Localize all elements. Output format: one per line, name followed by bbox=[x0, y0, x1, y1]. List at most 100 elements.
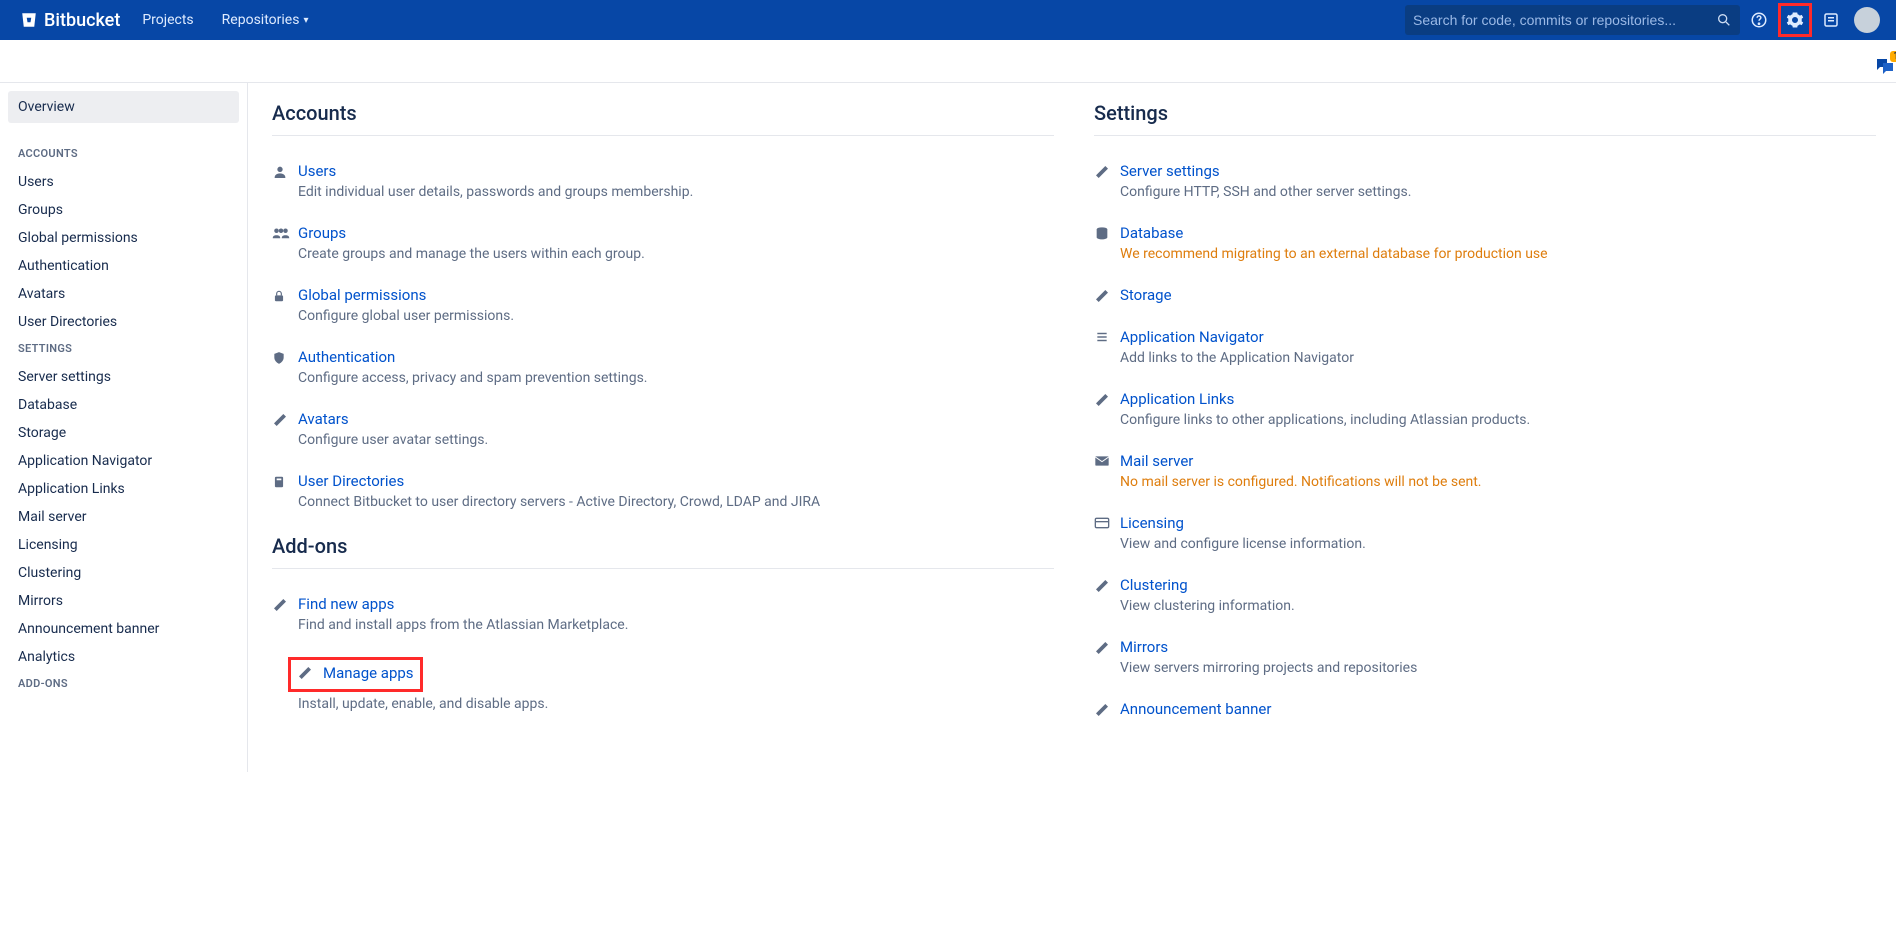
admin-item-desc: Configure HTTP, SSH and other server set… bbox=[1120, 184, 1876, 200]
sub-toolbar bbox=[0, 40, 1896, 83]
settings-gear-icon[interactable] bbox=[1778, 3, 1812, 37]
admin-item-body: GroupsCreate groups and manage the users… bbox=[298, 224, 1054, 262]
sidebar-item[interactable]: Mail server bbox=[8, 503, 239, 531]
admin-item: LicensingView and configure license info… bbox=[1094, 504, 1876, 566]
admin-item: Announcement banner bbox=[1094, 690, 1876, 732]
sidebar-item[interactable]: Authentication bbox=[8, 252, 239, 280]
tools-icon bbox=[1094, 162, 1120, 200]
section-heading-addons: Add-ons bbox=[272, 534, 1054, 569]
admin-item-link[interactable]: Application Navigator bbox=[1120, 328, 1264, 346]
sidebar-item[interactable]: Global permissions bbox=[8, 224, 239, 252]
admin-item-link[interactable]: User Directories bbox=[298, 472, 404, 490]
admin-item-link[interactable]: Announcement banner bbox=[1120, 700, 1271, 718]
search-icon[interactable] bbox=[1716, 12, 1732, 28]
admin-item-desc: View servers mirroring projects and repo… bbox=[1120, 660, 1876, 676]
admin-item-warning: No mail server is configured. Notificati… bbox=[1120, 474, 1876, 490]
shield-icon bbox=[272, 348, 298, 386]
sidebar-item[interactable]: Analytics bbox=[8, 643, 239, 671]
admin-item-link[interactable]: Mirrors bbox=[1120, 638, 1168, 656]
tools-icon bbox=[297, 665, 313, 681]
admin-item-desc: Add links to the Application Navigator bbox=[1120, 350, 1876, 366]
sidebar-item[interactable]: Mirrors bbox=[8, 587, 239, 615]
group-icon bbox=[272, 224, 298, 262]
nav-projects[interactable]: Projects bbox=[128, 12, 207, 28]
sidebar-item[interactable]: Avatars bbox=[8, 280, 239, 308]
user-avatar[interactable] bbox=[1850, 3, 1884, 37]
admin-item-link[interactable]: Authentication bbox=[298, 348, 395, 366]
admin-item-link[interactable]: Licensing bbox=[1120, 514, 1184, 532]
sidebar-item[interactable]: User Directories bbox=[8, 308, 239, 336]
book-icon bbox=[272, 472, 298, 510]
tools-icon bbox=[1094, 576, 1120, 614]
admin-item-desc: Configure user avatar settings. bbox=[298, 432, 1054, 448]
sidebar-item[interactable]: Groups bbox=[8, 196, 239, 224]
feedback-count: 1 bbox=[1890, 51, 1896, 62]
tools-icon bbox=[1094, 700, 1120, 718]
admin-item: GroupsCreate groups and manage the users… bbox=[272, 214, 1054, 276]
admin-item-link[interactable]: Global permissions bbox=[298, 286, 426, 304]
admin-item-body: Application Links Configure links to othe… bbox=[1120, 390, 1876, 428]
chevron-down-icon: ▾ bbox=[303, 15, 308, 26]
admin-item-link[interactable]: Find new apps bbox=[298, 595, 394, 613]
search-box[interactable] bbox=[1405, 5, 1740, 35]
admin-item-body: LicensingView and configure license info… bbox=[1120, 514, 1876, 552]
sidebar-item[interactable]: Application Links bbox=[8, 475, 239, 503]
main-layout: Overview ACCOUNTSUsersGroupsGlobal permi… bbox=[0, 83, 1896, 772]
admin-item-body: Announcement banner bbox=[1120, 700, 1876, 718]
admin-item-body: Mirrors View servers mirroring projects a… bbox=[1120, 638, 1876, 676]
avatar-icon bbox=[1854, 7, 1880, 33]
admin-item-link[interactable]: Groups bbox=[298, 224, 346, 242]
admin-item-desc: Configure access, privacy and spam preve… bbox=[298, 370, 1054, 386]
admin-item-desc: Configure links to other applications, i… bbox=[1120, 412, 1876, 428]
admin-item-body: Server settings Configure HTTP, SSH and o… bbox=[1120, 162, 1876, 200]
admin-item-desc: Configure global user permissions. bbox=[298, 308, 1054, 324]
admin-item-body: Authentication Configure access, privacy … bbox=[298, 348, 1054, 386]
admin-item-body: Manage appsInstall, update, enable, and … bbox=[298, 657, 1054, 712]
admin-item-link[interactable]: Mail server bbox=[1120, 452, 1193, 470]
menu-icon bbox=[1094, 328, 1120, 366]
sidebar-item[interactable]: Application Navigator bbox=[8, 447, 239, 475]
sidebar-item[interactable]: Users bbox=[8, 168, 239, 196]
highlight-box: Manage apps bbox=[288, 657, 423, 692]
nav-repositories[interactable]: Repositories ▾ bbox=[208, 12, 323, 28]
admin-item: Mirrors View servers mirroring projects a… bbox=[1094, 628, 1876, 690]
whatsnew-icon[interactable] bbox=[1814, 3, 1848, 37]
admin-item-link[interactable]: Server settings bbox=[1120, 162, 1220, 180]
admin-item-link[interactable]: Application Links bbox=[1120, 390, 1234, 408]
app-header: Bitbucket Projects Repositories ▾ bbox=[0, 0, 1896, 40]
sidebar-item[interactable]: Announcement banner bbox=[8, 615, 239, 643]
admin-item-desc: View clustering information. bbox=[1120, 598, 1876, 614]
admin-item-desc: Find and install apps from the Atlassian… bbox=[298, 617, 1054, 633]
section-heading-accounts: Accounts bbox=[272, 101, 1054, 136]
help-icon[interactable] bbox=[1742, 3, 1776, 37]
feedback-badge[interactable]: 1 bbox=[1872, 55, 1896, 79]
admin-item: Authentication Configure access, privacy … bbox=[272, 338, 1054, 400]
admin-item-desc: Connect Bitbucket to user directory serv… bbox=[298, 494, 1054, 510]
mail-icon bbox=[1094, 452, 1120, 490]
logo[interactable]: Bitbucket bbox=[12, 10, 128, 31]
db-icon bbox=[1094, 224, 1120, 262]
sidebar-overview[interactable]: Overview bbox=[8, 91, 239, 123]
sidebar-item[interactable]: Clustering bbox=[8, 559, 239, 587]
admin-item-link[interactable]: Database bbox=[1120, 224, 1183, 242]
search-input[interactable] bbox=[1413, 12, 1716, 28]
admin-item-body: Clustering View clustering information. bbox=[1120, 576, 1876, 614]
brand-name: Bitbucket bbox=[44, 10, 120, 31]
admin-item-body: Application Navigator Add links to the Ap… bbox=[1120, 328, 1876, 366]
admin-item: Avatars Configure user avatar settings. bbox=[272, 400, 1054, 462]
sidebar-item[interactable]: Licensing bbox=[8, 531, 239, 559]
admin-item-link[interactable]: Users bbox=[298, 162, 336, 180]
admin-item-link[interactable]: Manage apps bbox=[323, 664, 414, 682]
column-accounts: Accounts UsersEdit individual user detai… bbox=[272, 101, 1054, 732]
admin-item-link[interactable]: Storage bbox=[1120, 286, 1172, 304]
sidebar-item[interactable]: Database bbox=[8, 391, 239, 419]
user-icon bbox=[272, 162, 298, 200]
tools-icon bbox=[272, 410, 298, 448]
admin-item-body: Mail server No mail server is configured.… bbox=[1120, 452, 1876, 490]
admin-item: UsersEdit individual user details, passw… bbox=[272, 152, 1054, 214]
sidebar-item[interactable]: Server settings bbox=[8, 363, 239, 391]
admin-item-link[interactable]: Avatars bbox=[298, 410, 349, 428]
admin-item-link[interactable]: Clustering bbox=[1120, 576, 1188, 594]
header-left: Bitbucket Projects Repositories ▾ bbox=[12, 10, 1405, 31]
sidebar-item[interactable]: Storage bbox=[8, 419, 239, 447]
